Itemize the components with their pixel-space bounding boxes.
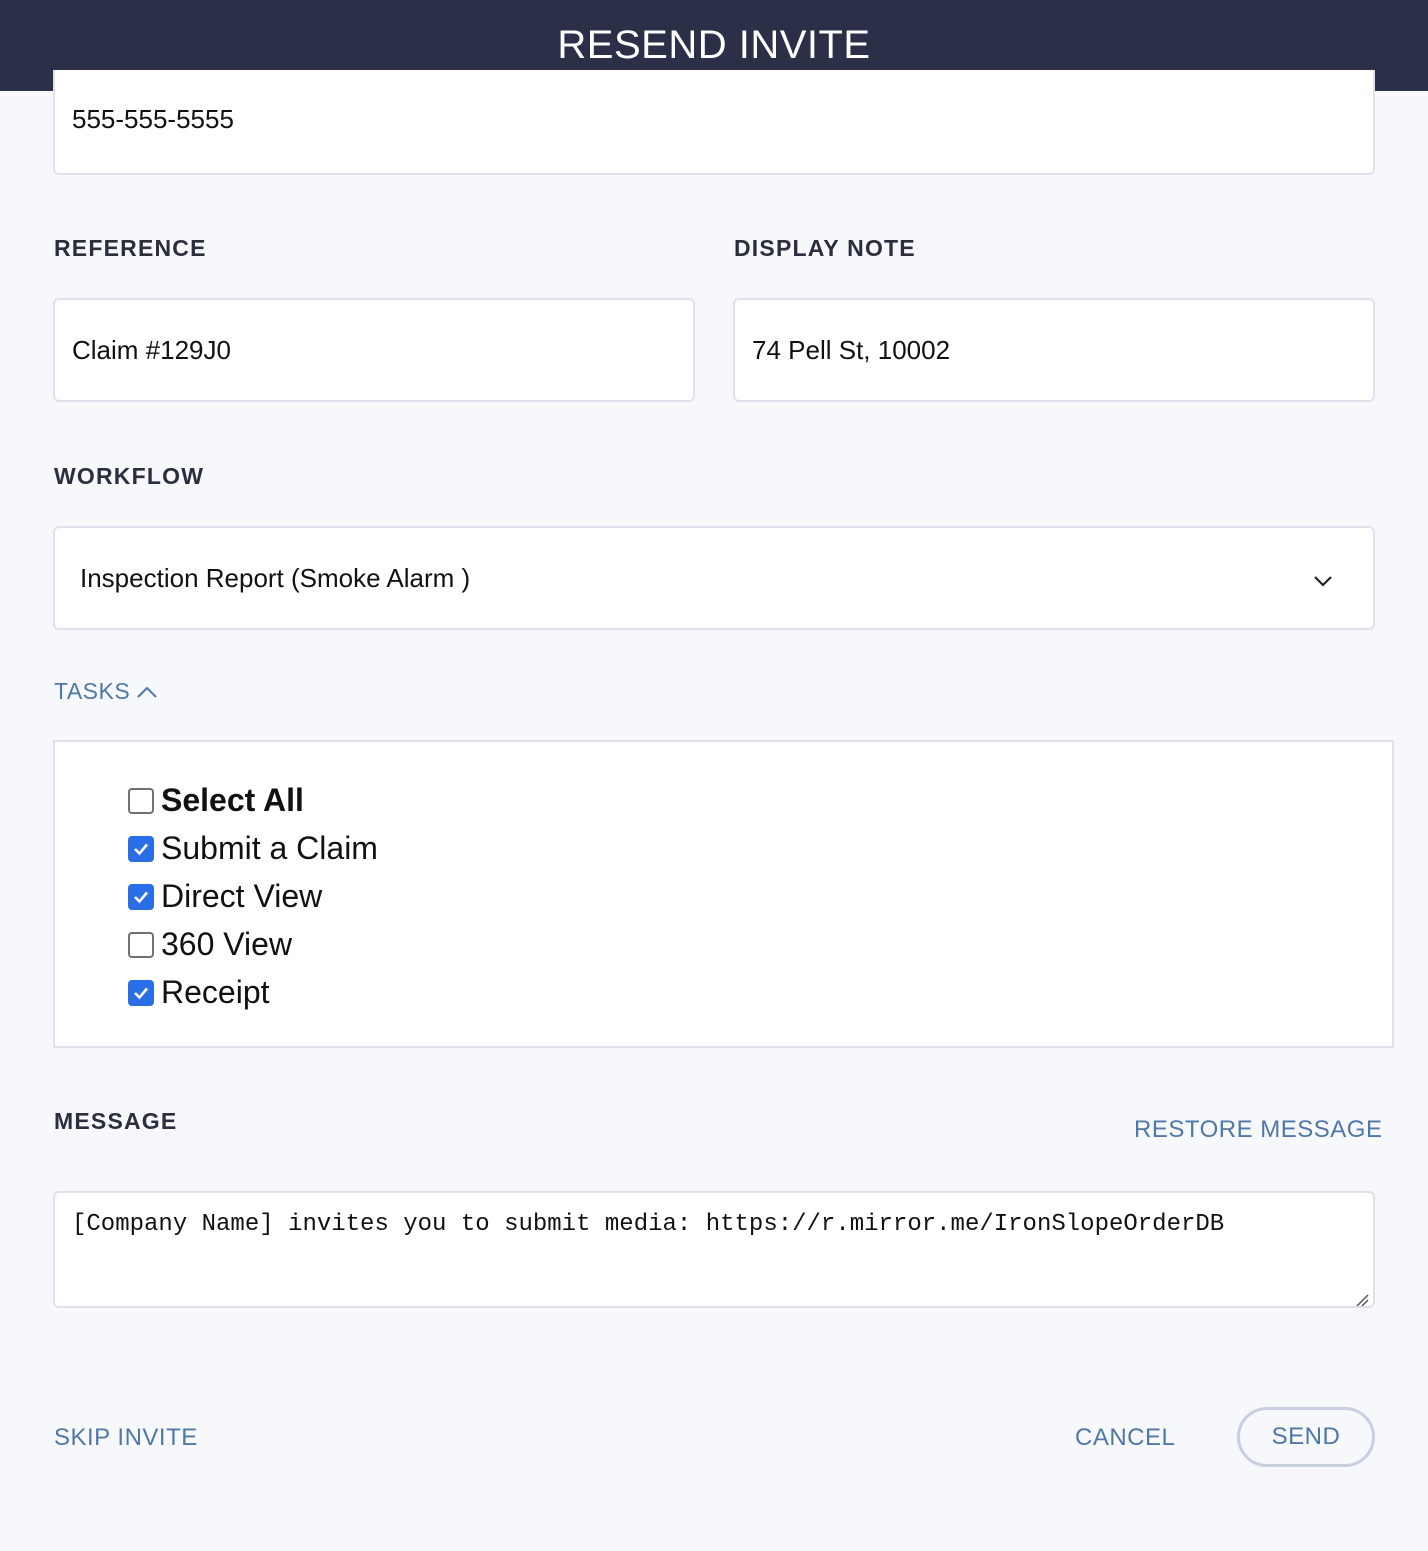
task-label: Direct View [161, 878, 323, 914]
task-360-view[interactable]: 360 View [128, 926, 292, 963]
reference-input[interactable]: Claim #129J0 [53, 298, 695, 402]
display-note-input[interactable]: 74 Pell St, 10002 [733, 298, 1375, 402]
restore-message-link[interactable]: RESTORE MESSAGE [1134, 1116, 1382, 1144]
cancel-button[interactable]: CANCEL [1075, 1424, 1175, 1452]
task-label: Select All [161, 782, 304, 818]
workflow-selected-value: Inspection Report (Smoke Alarm ) [80, 562, 471, 593]
skip-invite-link[interactable]: SKIP INVITE [54, 1424, 198, 1452]
workflow-label: WORKFLOW [54, 463, 205, 489]
task-submit-a-claim[interactable]: Submit a Claim [128, 830, 378, 867]
task-label: Submit a Claim [161, 830, 378, 866]
workflow-select[interactable]: Inspection Report (Smoke Alarm ) [53, 526, 1375, 630]
message-label: MESSAGE [54, 1108, 178, 1134]
chevron-down-icon [1313, 563, 1333, 594]
chevron-up-icon [136, 678, 158, 705]
modal-title: RESEND INVITE [557, 23, 871, 67]
resize-handle-icon[interactable] [1355, 1288, 1369, 1306]
tasks-panel: Select All Submit a Claim Direct View 36… [53, 740, 1394, 1048]
phone-input[interactable]: 555-555-5555 [53, 70, 1375, 175]
checkbox[interactable] [128, 835, 154, 862]
task-receipt[interactable]: Receipt [128, 974, 270, 1011]
task-label: 360 View [161, 926, 293, 962]
display-note-label: DISPLAY NOTE [734, 235, 916, 261]
reference-label: REFERENCE [54, 235, 207, 261]
task-direct-view[interactable]: Direct View [128, 878, 322, 915]
task-select-all[interactable]: Select All [128, 782, 304, 819]
checkbox[interactable] [128, 787, 154, 814]
checkbox[interactable] [128, 979, 154, 1006]
checkbox[interactable] [128, 883, 154, 910]
checkbox[interactable] [128, 931, 154, 958]
message-text: [Company Name] invites you to submit med… [72, 1211, 1225, 1238]
task-label: Receipt [161, 974, 270, 1010]
tasks-toggle[interactable]: TASKS [54, 678, 158, 705]
send-button[interactable]: SEND [1237, 1407, 1375, 1467]
message-textarea[interactable]: [Company Name] invites you to submit med… [53, 1191, 1375, 1308]
tasks-toggle-label: TASKS [54, 678, 131, 704]
